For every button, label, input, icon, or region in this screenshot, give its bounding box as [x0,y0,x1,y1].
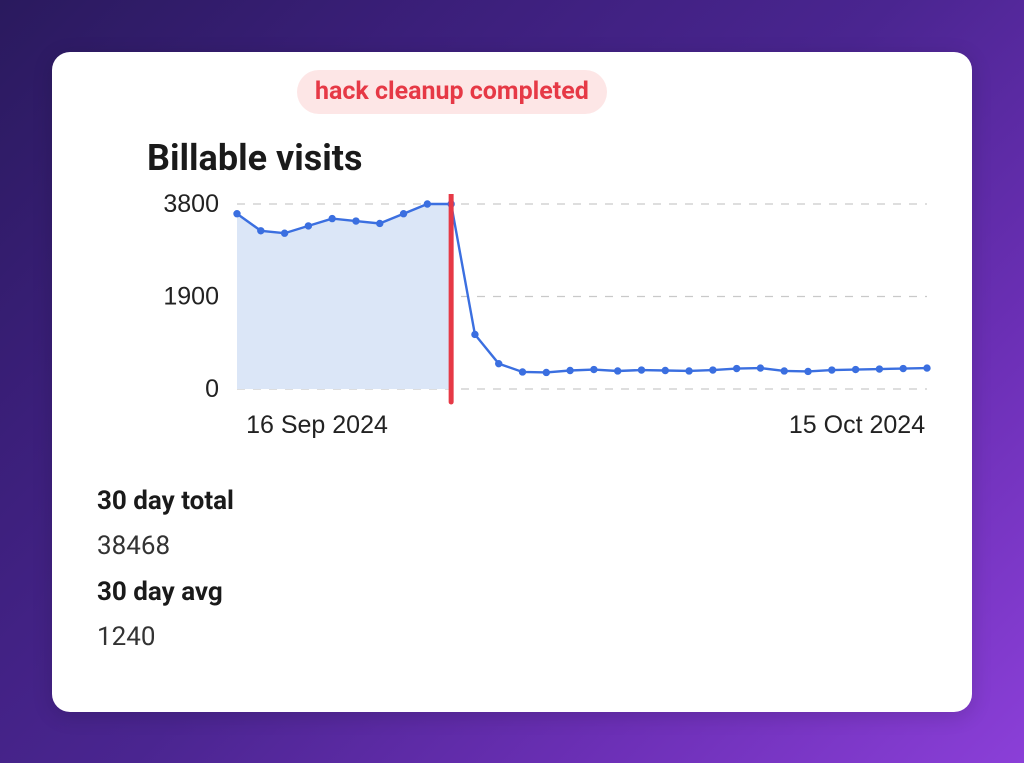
avg-label: 30 day avg [97,570,927,616]
stats-block: 30 day total 38468 30 day avg 1240 [97,479,927,661]
svg-text:3800: 3800 [163,194,219,218]
svg-text:1900: 1900 [163,282,219,310]
chart-container: 0 1900 3800 16 Sep 2024 15 Oct 2024 [147,194,937,444]
chart-title: Billable visits [147,137,927,179]
area-chart: 0 1900 3800 16 Sep 2024 15 Oct 2024 [147,194,937,444]
total-value: 38468 [97,524,927,570]
chart-card: hack cleanup completed Billable visits 0… [52,52,972,712]
total-label: 30 day total [97,479,927,525]
avg-value: 1240 [97,615,927,661]
svg-text:16 Sep 2024: 16 Sep 2024 [246,411,388,439]
svg-text:15 Oct 2024: 15 Oct 2024 [789,411,925,439]
annotation-badge: hack cleanup completed [297,70,607,115]
svg-text:0: 0 [205,375,219,403]
